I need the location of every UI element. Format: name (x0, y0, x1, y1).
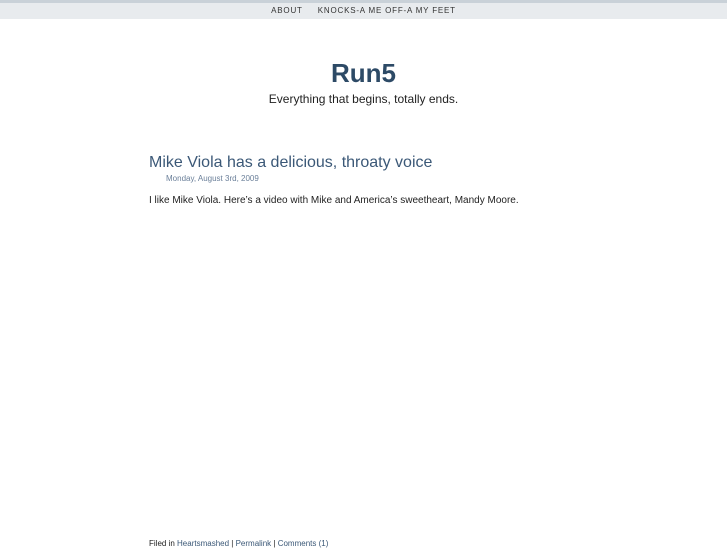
top-nav: ABOUT KNOCKS-A ME OFF-A MY FEET (0, 0, 727, 19)
nav-about[interactable]: ABOUT (271, 3, 303, 18)
comments-link[interactable]: Comments (1) (278, 539, 329, 548)
post-title[interactable]: Mike Viola has a delicious, throaty voic… (149, 154, 432, 172)
site-title[interactable]: Run5 (0, 58, 727, 89)
post-body: I like Mike Viola. Here’s a video with M… (149, 195, 519, 206)
post-date: Monday, August 3rd, 2009 (166, 174, 259, 183)
nav-knocks[interactable]: KNOCKS-A ME OFF-A MY FEET (318, 3, 456, 18)
post-footer: Filed in Heartsmashed | Permalink | Comm… (149, 539, 328, 548)
permalink-link[interactable]: Permalink (236, 539, 272, 548)
filed-label: Filed in (149, 539, 178, 548)
category-link[interactable]: Heartsmashed (177, 539, 229, 548)
site-tagline: Everything that begins, totally ends. (268, 92, 459, 106)
